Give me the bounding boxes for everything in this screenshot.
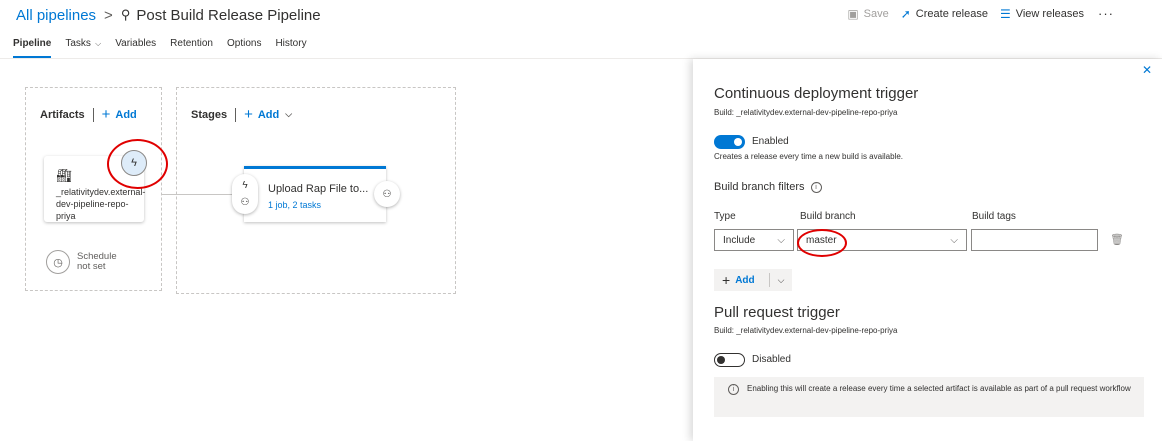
save-button[interactable]: ▣ Save — [847, 7, 888, 21]
breadcrumb: All pipelines > ⚲ Post Build Release Pip… — [16, 4, 321, 26]
tab-retention[interactable]: Retention — [170, 38, 213, 58]
more-actions-button[interactable]: ··· — [1098, 6, 1114, 21]
save-icon: ▣ — [847, 6, 859, 21]
tab-bar: Pipeline Tasks ⌵ Variables Retention Opt… — [13, 38, 321, 58]
info-icon[interactable]: i — [810, 181, 822, 193]
pr-build-source: Build: _relativitydev.external-dev-pipel… — [714, 326, 898, 335]
highlight-ring-branch — [797, 229, 847, 257]
trigger-panel: ✕ Continuous deployment trigger Build: _… — [693, 59, 1162, 441]
create-release-button[interactable]: ➚ Create release — [901, 7, 988, 21]
add-filter-button[interactable]: + Add ⌵ — [714, 269, 792, 291]
pr-note-text: Enabling this will create a release ever… — [747, 384, 1131, 393]
stage-title: Upload Rap File to... — [268, 183, 369, 195]
cd-description: Creates a release every time a new build… — [714, 152, 903, 161]
plus-icon: + — [722, 272, 731, 288]
view-releases-button[interactable]: ☰ View releases — [1000, 7, 1084, 21]
tab-tasks[interactable]: Tasks ⌵ — [65, 38, 101, 58]
rocket-icon: ➚ — [900, 6, 911, 21]
stages-heading: Stages — [191, 108, 228, 121]
top-actions: ▣ Save ➚ Create release ☰ View releases … — [835, 6, 1114, 21]
plus-icon: + — [101, 106, 111, 123]
breadcrumb-separator: > — [104, 6, 113, 24]
branch-filters-heading: Build branch filters i — [714, 181, 822, 193]
all-pipelines-link[interactable]: All pipelines — [16, 7, 96, 24]
tab-history[interactable]: History — [275, 38, 306, 58]
close-icon[interactable]: ✕ — [1142, 63, 1152, 77]
pr-toggle-label: Disabled — [752, 354, 791, 365]
info-icon: i — [728, 384, 739, 395]
filter-type-select[interactable]: Include ⌵ — [714, 229, 794, 251]
tab-pipeline[interactable]: Pipeline — [13, 38, 52, 58]
branch-column-label: Build branch — [800, 211, 856, 222]
tab-options[interactable]: Options — [227, 38, 261, 58]
type-column-label: Type — [714, 211, 736, 222]
schedule-trigger[interactable]: ◷ Schedule not set — [46, 250, 117, 274]
schedule-line2: not set — [77, 261, 106, 272]
chevron-down-icon: ⌵ — [777, 234, 785, 246]
build-artifact-icon: 🏭︎ — [56, 168, 73, 183]
pr-trigger-title: Pull request trigger — [714, 304, 840, 321]
lightning-icon: ϟ — [242, 180, 248, 191]
person-icon: ⚇ — [240, 197, 250, 208]
artifact-name: _relativitydev.external-dev-pipeline-rep… — [56, 187, 146, 221]
plus-icon: + — [244, 106, 253, 123]
pipeline-title: Post Build Release Pipeline — [136, 6, 321, 24]
list-icon: ☰ — [999, 6, 1011, 21]
post-deployment-conditions[interactable]: ⚇ — [374, 181, 400, 207]
stage-card[interactable]: Upload Rap File to... 1 job, 2 tasks — [244, 166, 386, 222]
pre-deployment-conditions[interactable]: ϟ ⚇ — [232, 174, 258, 214]
artifact-stage-connector — [162, 194, 236, 195]
chevron-down-icon: ⌵ — [950, 234, 958, 246]
chevron-down-icon[interactable]: ⌵ — [770, 275, 792, 286]
cd-build-source: Build: _relativitydev.external-dev-pipel… — [714, 108, 898, 117]
tags-column-label: Build tags — [972, 211, 1016, 222]
add-artifact-button[interactable]: + Add — [102, 107, 137, 122]
add-stage-button[interactable]: + Add ⌵ — [244, 107, 292, 122]
tab-variables[interactable]: Variables — [115, 38, 156, 58]
pr-info-note: i Enabling this will create a release ev… — [714, 377, 1144, 417]
cd-trigger-toggle[interactable] — [714, 135, 745, 149]
person-icon: ⚇ — [382, 188, 392, 200]
pr-trigger-toggle[interactable] — [714, 353, 745, 367]
build-tags-input[interactable] — [971, 229, 1098, 251]
clock-icon: ◷ — [46, 250, 70, 274]
stage-tasks-link[interactable]: 1 job, 2 tasks — [268, 200, 321, 210]
chevron-down-icon: ⌵ — [285, 109, 293, 119]
pipeline-icon: ⚲ — [120, 7, 131, 22]
cd-toggle-label: Enabled — [752, 136, 789, 147]
artifacts-heading: Artifacts — [40, 108, 85, 121]
cd-trigger-title: Continuous deployment trigger — [714, 85, 919, 102]
chevron-down-icon: ⌵ — [92, 39, 102, 48]
trash-icon[interactable]: 🗑︎ — [1110, 233, 1124, 246]
highlight-ring-trigger — [107, 139, 168, 189]
